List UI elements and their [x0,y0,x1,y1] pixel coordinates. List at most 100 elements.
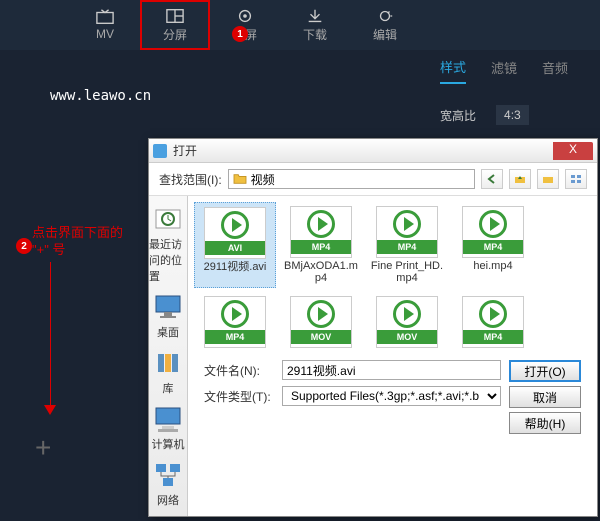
new-folder-icon [542,174,554,184]
sidebar-desktop[interactable]: 桌面 [152,292,184,340]
file-name: BMjAxODA1.mp4 [282,260,360,284]
toolbar-edit[interactable]: 编辑 [350,0,420,50]
file-thumb: MP4 [462,206,524,258]
back-button[interactable] [481,169,503,189]
format-strip: MP4 [291,240,351,254]
play-icon [221,300,249,328]
play-icon [479,300,507,328]
callout-badge-1: 1 [232,26,248,42]
back-icon [486,174,498,184]
file-item[interactable]: MP4 [194,292,276,354]
toolbar-label: MV [96,27,114,41]
look-in-row: 查找范围(I): 视频 [149,163,597,196]
filetype-label: 文件类型(T): [204,388,274,405]
file-name: hei.mp4 [473,260,512,272]
toolbar-split-screen[interactable]: 分屏 [140,0,210,50]
play-icon [307,210,335,238]
play-icon [393,210,421,238]
ratio-label: 宽高比 [440,107,476,124]
sidebar-recent[interactable]: 最近访问的位置 [149,204,187,284]
sidebar-network[interactable]: 网络 [152,460,184,508]
up-button[interactable] [509,169,531,189]
main-toolbar: MV 分屏 录屏 下载 编辑 [0,0,600,50]
file-item[interactable]: MP4 hei.mp4 [452,202,534,288]
dialog-title: 打开 [173,142,553,159]
cancel-button[interactable]: 取消 [509,386,581,408]
play-icon [479,210,507,238]
file-item[interactable]: MP4 BMjAxODA1.mp4 [280,202,362,288]
places-sidebar: 最近访问的位置 桌面 库 计算机 网络 [149,196,188,516]
view-button[interactable] [565,169,587,189]
format-strip: MP4 [463,330,523,344]
sidebar-libraries[interactable]: 库 [152,348,184,396]
dialog-titlebar[interactable]: 打开 X [149,139,597,163]
look-in-label: 查找范围(I): [159,171,222,188]
file-name: Fine Print_HD.mp4 [368,260,446,284]
toolbar-download[interactable]: 下载 [280,0,350,50]
view-icon [570,174,582,184]
tv-icon [96,9,114,25]
right-panel: 样式 滤镜 音频 宽高比 4:3 [420,50,600,140]
file-thumb: MP4 [204,296,266,348]
tab-style[interactable]: 样式 [440,57,466,84]
close-button[interactable]: X [553,142,593,160]
aspect-ratio-row: 宽高比 4:3 [420,90,600,140]
file-item[interactable]: MP4 [452,292,534,354]
file-list-area: AVI 2911视频.avi MP4 BMjAxODA1.mp4 MP4 Fine Pri… [188,196,597,516]
recent-icon [152,204,184,234]
library-icon [152,348,184,378]
format-strip: MP4 [463,240,523,254]
help-button[interactable]: 帮助(H) [509,412,581,434]
computer-icon [152,404,184,434]
ratio-select[interactable]: 4:3 [496,105,529,125]
annotation-arrow [50,262,51,412]
file-thumb: MOV [290,296,352,348]
format-strip: MP4 [377,240,437,254]
annotation-2: 点击界面下面的 "+" 号 [32,225,123,259]
play-icon [307,300,335,328]
file-thumb: MOV [376,296,438,348]
folder-icon [233,173,247,185]
desktop-icon [152,292,184,322]
toolbar-label: 下载 [303,26,327,43]
plus-button[interactable]: + [35,432,51,464]
file-thumb: MP4 [376,206,438,258]
file-item[interactable]: MOV [280,292,362,354]
toolbar-label: 分屏 [163,26,187,43]
open-file-dialog: 打开 X 查找范围(I): 视频 最近访问的位置 桌面 库 [148,138,598,517]
format-strip: MOV [377,330,437,344]
format-strip: MOV [291,330,351,344]
sidebar-computer[interactable]: 计算机 [152,404,185,452]
download-icon [306,8,324,24]
file-thumb: MP4 [290,206,352,258]
filetype-select[interactable]: Supported Files(*.3gp;*.asf;*.avi;*.b [282,386,501,406]
watermark-text: www.leawo.cn [50,88,151,104]
style-tabs: 样式 滤镜 音频 [420,50,600,90]
file-item[interactable]: MOV [366,292,448,354]
callout-badge-2: 2 [16,238,32,254]
open-button[interactable]: 打开(O) [509,360,581,382]
filename-label: 文件名(N): [204,362,274,379]
edit-icon [376,8,394,24]
record-icon [236,8,254,24]
tab-audio[interactable]: 音频 [542,58,568,83]
tab-filter[interactable]: 滤镜 [491,58,517,83]
toolbar-record[interactable]: 录屏 [210,0,280,50]
annotation-arrow-head [44,405,56,415]
format-strip: AVI [205,241,265,255]
format-strip: MP4 [205,330,265,344]
file-thumb: MP4 [462,296,524,348]
network-icon [152,460,184,490]
dialog-app-icon [153,144,167,158]
filename-input[interactable] [282,360,501,380]
file-item[interactable]: AVI 2911视频.avi [194,202,276,288]
file-name: 2911视频.avi [204,261,267,273]
up-folder-icon [514,174,526,184]
file-item[interactable]: MP4 Fine Print_HD.mp4 [366,202,448,288]
toolbar-mv[interactable]: MV [70,0,140,50]
play-icon [393,300,421,328]
new-folder-button[interactable] [537,169,559,189]
file-thumb: AVI [204,207,266,259]
look-in-combo[interactable]: 视频 [228,169,475,189]
toolbar-label: 编辑 [373,26,397,43]
